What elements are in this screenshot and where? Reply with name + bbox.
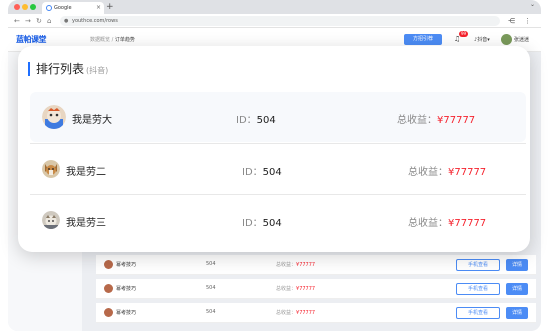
url-field[interactable]: ● youthce.com/rows — [60, 16, 500, 26]
back-icon[interactable]: ← — [14, 16, 20, 26]
new-tab-button[interactable]: + — [106, 1, 114, 13]
avatar — [104, 308, 113, 317]
ranking-id: ID：504 — [236, 115, 276, 126]
breadcrumb-current: 订单趋势 — [114, 37, 135, 43]
row-revenue: 总收益：¥77777 — [276, 262, 316, 268]
ranking-subtitle: (抖音) — [86, 66, 109, 75]
row-revenue: 总收益：¥77777 — [276, 286, 316, 292]
forward-icon[interactable]: → — [25, 16, 31, 26]
avatar[interactable] — [501, 34, 512, 45]
ranking-id: ID：504 — [242, 167, 282, 178]
tab-bar: Google × + ⌄ — [8, 0, 541, 14]
username: 张迷迷 — [514, 37, 530, 43]
avatar — [42, 211, 60, 229]
notification-badge: 99 — [459, 31, 469, 37]
table-row: 幂考技巧 504 总收益：¥77777 手机查看 详情 — [96, 255, 536, 275]
logo: 蓝帕课堂 — [16, 35, 47, 44]
ranking-revenue: 总收益：¥77777 — [408, 167, 487, 178]
menu-icon[interactable]: ⋮ — [524, 16, 531, 26]
ranking-title: 排行列表 (抖音) — [28, 62, 108, 76]
detail-button[interactable]: 详情 — [506, 283, 528, 295]
avatar — [42, 105, 66, 129]
tab-title: Google — [54, 5, 72, 11]
ranking-row[interactable]: 我是劳二 ID：504 总收益：¥77777 — [30, 144, 526, 194]
address-bar: ← → ↻ ⌂ ● youthce.com/rows ⋲ ⋮ — [8, 14, 541, 28]
platform-select[interactable]: ♪抖音▾ — [474, 36, 490, 43]
row-id: 504 — [206, 285, 216, 291]
row-name: 幂考技巧 — [116, 286, 137, 292]
avatar — [104, 260, 113, 269]
ranking-row[interactable]: 我是劳大 ID：504 总收益：¥77777 — [30, 92, 526, 142]
mobile-view-button[interactable]: 手机查看 — [456, 307, 500, 319]
ranking-revenue: 总收益：¥77777 — [408, 218, 487, 229]
ranking-row[interactable]: 我是劳三 ID：504 总收益：¥77777 — [30, 195, 526, 245]
promo-button[interactable]: 方招引荐 — [404, 34, 442, 45]
reload-icon[interactable]: ↻ — [36, 16, 42, 26]
extensions-icon[interactable]: ⋲ — [508, 16, 515, 26]
ranking-id: ID：504 — [242, 218, 282, 229]
browser-tab[interactable]: Google × — [42, 2, 104, 14]
chevron-down-icon[interactable]: ⌄ — [530, 1, 535, 8]
row-name: 幂考技巧 — [116, 262, 137, 268]
ranking-name: 我是劳二 — [66, 167, 106, 178]
ranking-name: 我是劳三 — [66, 218, 106, 229]
ranking-name: 我是劳大 — [72, 115, 112, 126]
row-id: 504 — [206, 309, 216, 315]
ranking-revenue: 总收益：¥77777 — [397, 115, 476, 126]
avatar — [42, 160, 60, 178]
mobile-view-button[interactable]: 手机查看 — [456, 283, 500, 295]
detail-button[interactable]: 详情 — [506, 307, 528, 319]
home-icon[interactable]: ⌂ — [47, 16, 51, 26]
breadcrumb: 数据概览 / 订单趋势 — [90, 37, 135, 43]
row-revenue: 总收益：¥77777 — [276, 310, 316, 316]
avatar — [104, 284, 113, 293]
close-icon[interactable]: × — [96, 2, 101, 14]
ranking-modal: 排行列表 (抖音) 我是劳大 ID：504 总收益：¥77777 我是劳二 ID… — [18, 46, 530, 252]
close-window-button[interactable] — [14, 4, 20, 10]
mobile-view-button[interactable]: 手机查看 — [456, 259, 500, 271]
table-row: 幂考技巧 504 总收益：¥77777 手机查看 详情 — [96, 303, 536, 323]
maximize-window-button[interactable] — [30, 4, 36, 10]
row-name: 幂考技巧 — [116, 310, 137, 316]
table-row: 幂考技巧 504 总收益：¥77777 手机查看 详情 — [96, 279, 536, 299]
breadcrumb-item[interactable]: 数据概览 — [90, 37, 110, 43]
minimize-window-button[interactable] — [22, 4, 28, 10]
lock-icon: ● — [64, 18, 69, 24]
url-text: youthce.com/rows — [72, 18, 118, 24]
detail-button[interactable]: 详情 — [506, 259, 528, 271]
row-id: 504 — [206, 261, 216, 267]
google-icon — [46, 5, 52, 11]
